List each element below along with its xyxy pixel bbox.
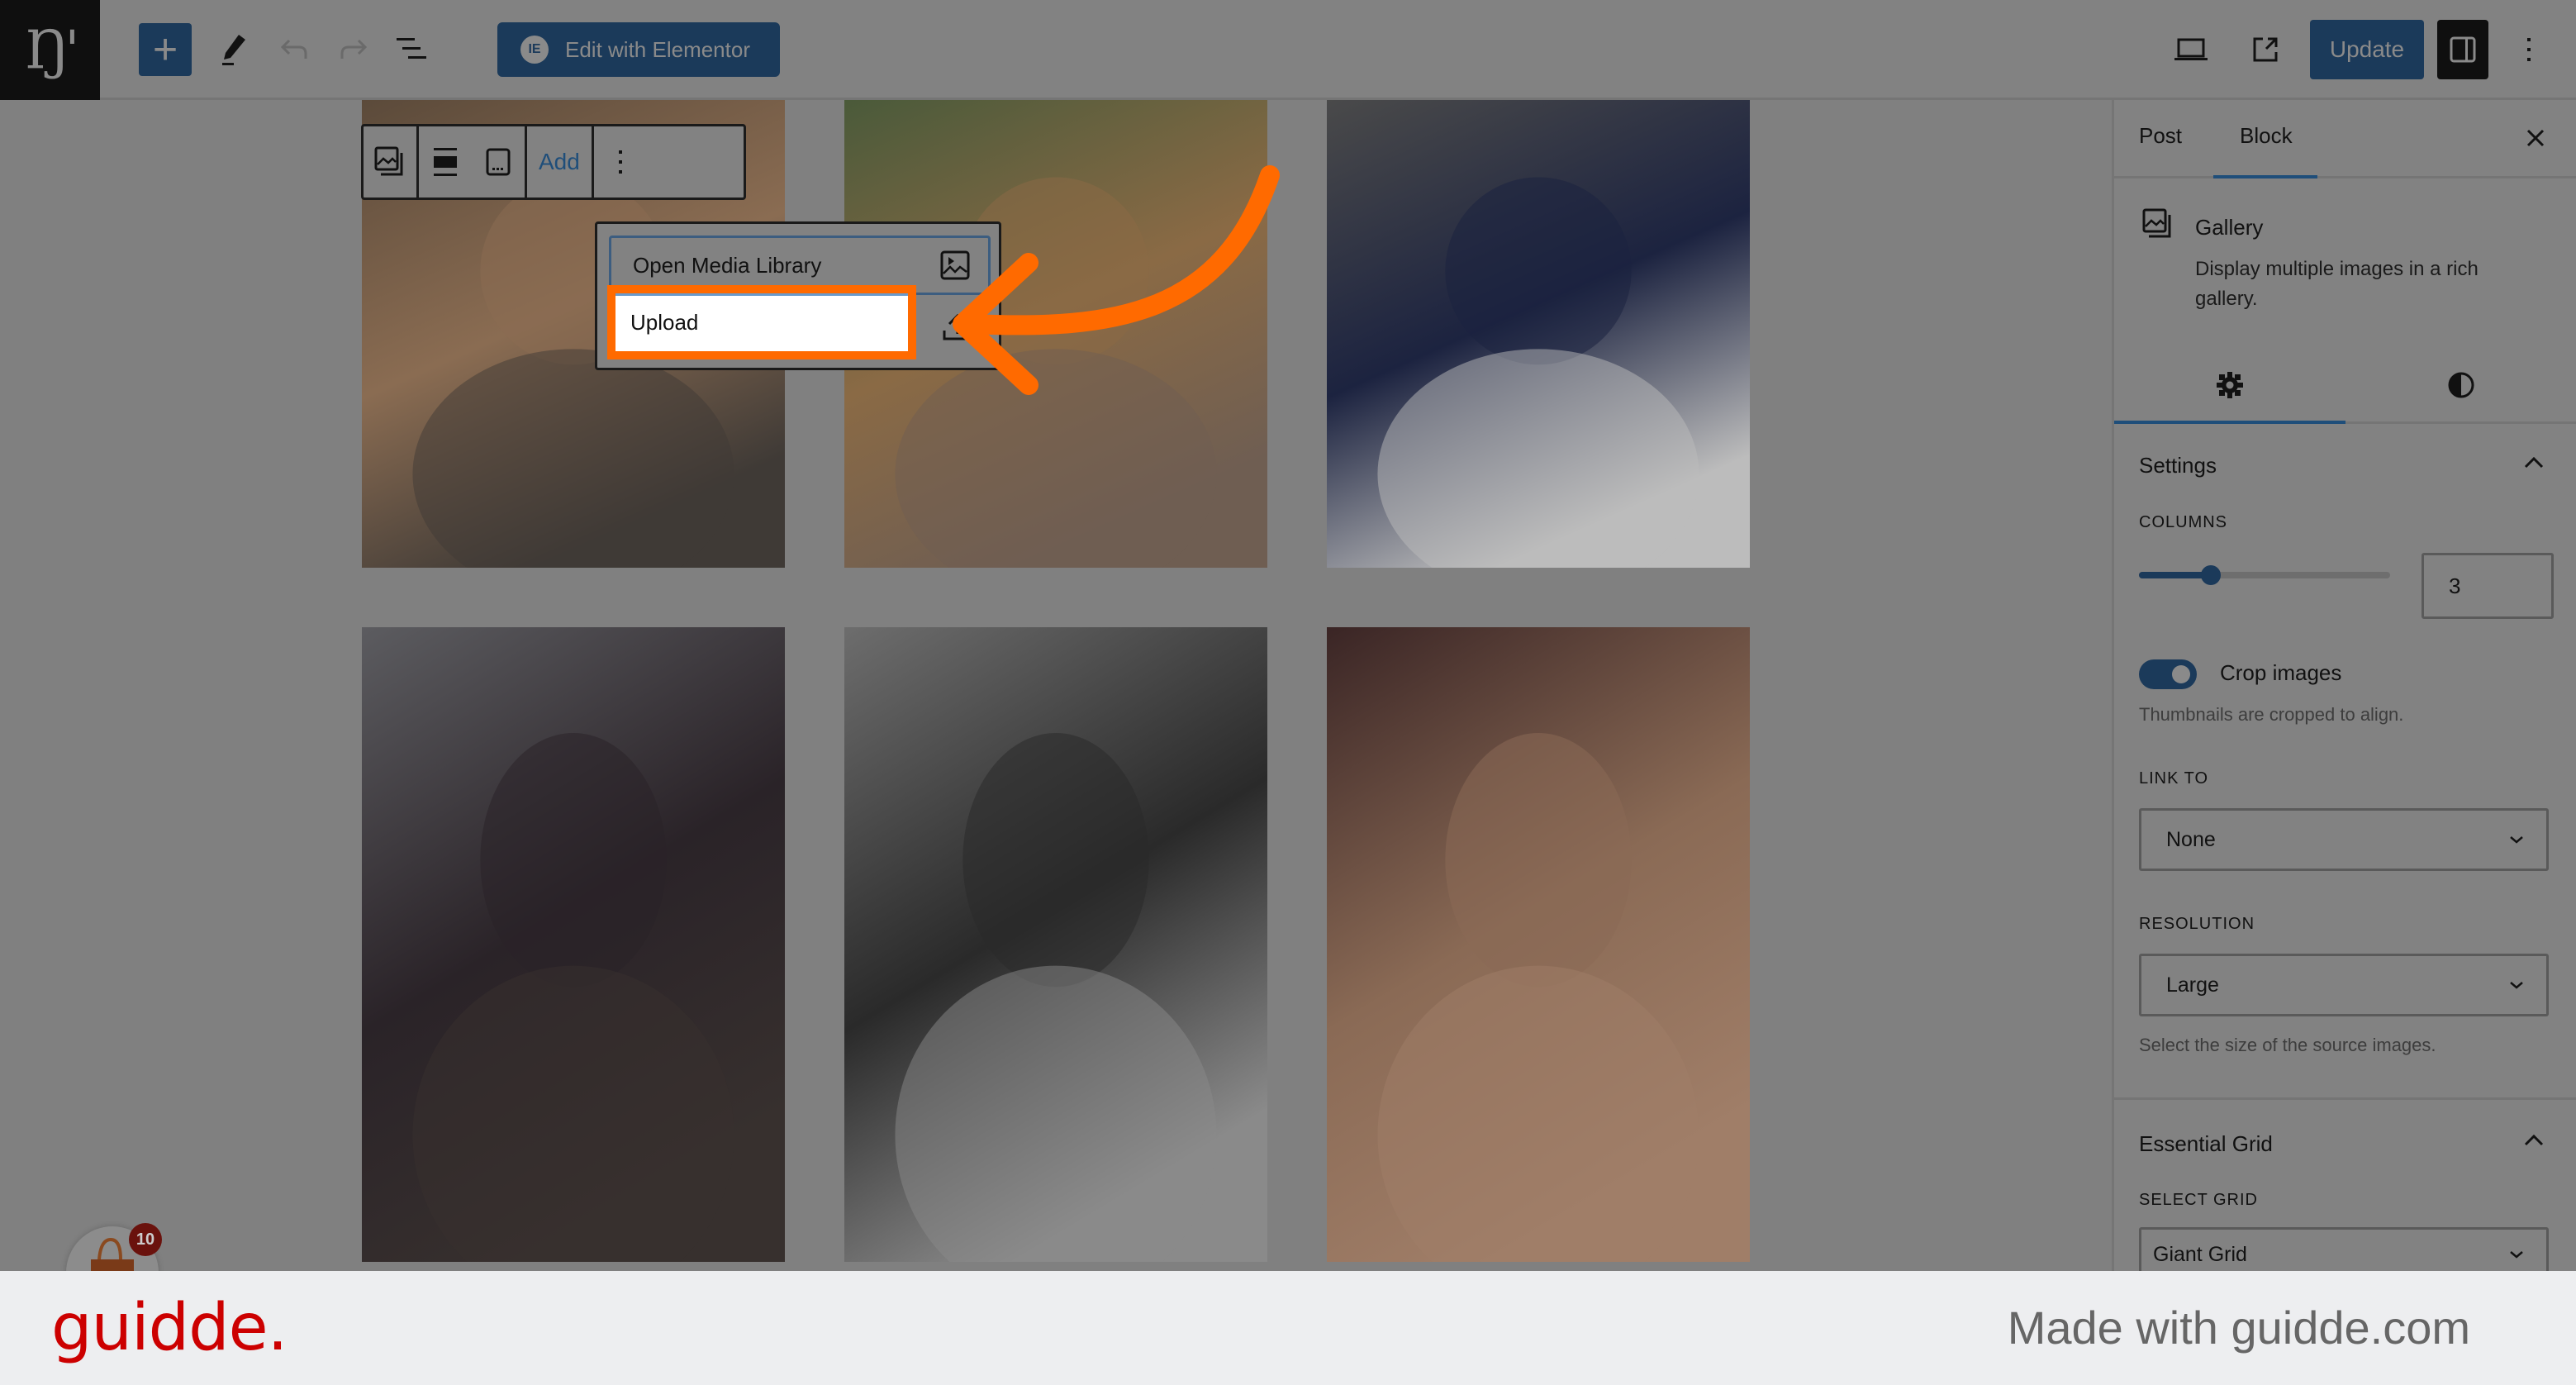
laptop-preview-icon [2174,38,2208,60]
columns-slider[interactable] [2139,565,2390,585]
tools-button[interactable] [208,23,261,76]
select-grid-label: SELECT GRID [2139,1191,2258,1209]
made-with-guidde: Made with guidde.com [2007,1302,2470,1354]
view-post-button[interactable] [2239,23,2292,76]
upload-highlight-box[interactable]: Upload [607,285,916,359]
editor-canvas [0,100,2112,1271]
elementor-icon: IE [520,36,549,64]
preview-button[interactable] [2165,23,2217,76]
block-options-button[interactable] [594,136,647,188]
settings-sidebar: Post Block Gallery Display multiple imag… [2112,100,2576,1271]
redo-button[interactable] [327,23,380,76]
link-to-select[interactable]: None [2139,808,2549,871]
update-button[interactable]: Update [2310,20,2424,79]
upload-label: Upload [630,309,699,335]
plus-icon: + [152,26,178,74]
tab-settings[interactable] [2205,364,2255,406]
link-to-label: LINK TO [2139,769,2209,788]
resolution-help: Select the size of the source images. [2139,1035,2436,1055]
caption-button[interactable] [472,136,525,188]
gallery-image[interactable] [844,627,1267,1262]
cart-count-badge: 10 [129,1223,162,1256]
gallery-image[interactable] [362,627,785,1262]
add-media-group: Add [527,126,594,198]
active-inspector-tab-indicator [2114,421,2345,424]
link-to-value: None [2166,827,2216,851]
editor-top-bar: Ŋ' + IE Edit with Elementor Update [0,0,2576,100]
edit-with-elementor-button[interactable]: IE Edit with Elementor [497,22,780,77]
slider-thumb[interactable] [2200,565,2221,585]
upload-icon [943,313,972,340]
crop-images-help: Thumbnails are cropped to align. [2139,704,2404,725]
wordpress-logo-icon: Ŋ' [25,19,79,81]
panel-divider [2114,1097,2576,1100]
guidde-logo: guidde. [51,1291,288,1365]
inspector-tabs [2114,348,2576,424]
more-options-icon [618,150,622,174]
redo-icon [340,39,368,59]
select-grid-value: Giant Grid [2153,1242,2247,1266]
settings-sidebar-toggle[interactable] [2437,20,2488,79]
columns-label: COLUMNS [2139,513,2228,531]
media-library-icon [940,250,970,280]
tab-styles[interactable] [2436,364,2486,406]
crop-images-label: Crop images [2220,660,2342,685]
resolution-select[interactable]: Large [2139,954,2549,1016]
block-card: Gallery Display multiple images in a ric… [2114,178,2576,344]
guidde-footer: guidde. Made with guidde.com [0,1271,2576,1385]
half-circle-contrast-icon [2448,372,2474,398]
align-button[interactable] [419,136,472,188]
columns-input[interactable] [2422,553,2554,619]
sidebar-toggle-icon [2450,36,2476,63]
slider-fill [2139,572,2211,578]
site-logo[interactable]: Ŋ' [0,0,100,100]
block-type-group [364,126,419,198]
chevron-up-icon[interactable] [2517,450,2550,475]
more-options-icon [2527,38,2531,61]
add-block-button[interactable]: + [139,23,192,76]
chevron-down-icon [2510,982,2523,989]
gallery-icon [374,146,403,176]
block-options-group [594,126,647,198]
settings-panel-title[interactable]: Settings [2139,453,2217,478]
block-type-button[interactable] [364,136,416,188]
block-description: Display multiple images in a rich galler… [2195,258,2479,310]
add-media-button[interactable]: Add [527,149,592,175]
pencil-icon [222,35,245,65]
undo-button[interactable] [268,23,321,76]
gallery-image[interactable] [1327,627,1750,1262]
gallery-image[interactable] [1327,100,1750,568]
list-view-icon [397,38,426,59]
block-align-group [419,126,527,198]
sidebar-tabs: Post Block [2114,100,2576,178]
crop-images-toggle[interactable] [2139,659,2197,689]
chevron-down-icon [2510,836,2523,844]
resolution-value: Large [2166,973,2219,997]
external-link-icon [2253,37,2278,62]
chevron-down-icon [2510,1251,2523,1259]
resolution-label: RESOLUTION [2139,915,2255,933]
edit-with-elementor-label: Edit with Elementor [565,36,750,62]
list-view-button[interactable] [387,23,440,76]
tab-block[interactable]: Block [2240,123,2293,149]
select-grid-dropdown[interactable]: Giant Grid [2139,1227,2549,1271]
more-options-button[interactable] [2508,23,2550,76]
open-media-library-label: Open Media Library [633,252,822,278]
caption-icon [486,148,511,176]
block-title: Gallery [2195,215,2264,240]
essential-grid-panel-title[interactable]: Essential Grid [2139,1131,2273,1157]
undo-icon [280,39,307,59]
close-sidebar-button[interactable] [2517,120,2554,156]
gallery-icon [2142,208,2171,238]
align-icon [434,148,457,176]
gear-icon [2217,372,2243,398]
chevron-up-icon[interactable] [2517,1128,2550,1153]
tab-post[interactable]: Post [2139,123,2182,149]
block-toolbar: Add [361,124,746,200]
close-icon [2526,129,2545,147]
